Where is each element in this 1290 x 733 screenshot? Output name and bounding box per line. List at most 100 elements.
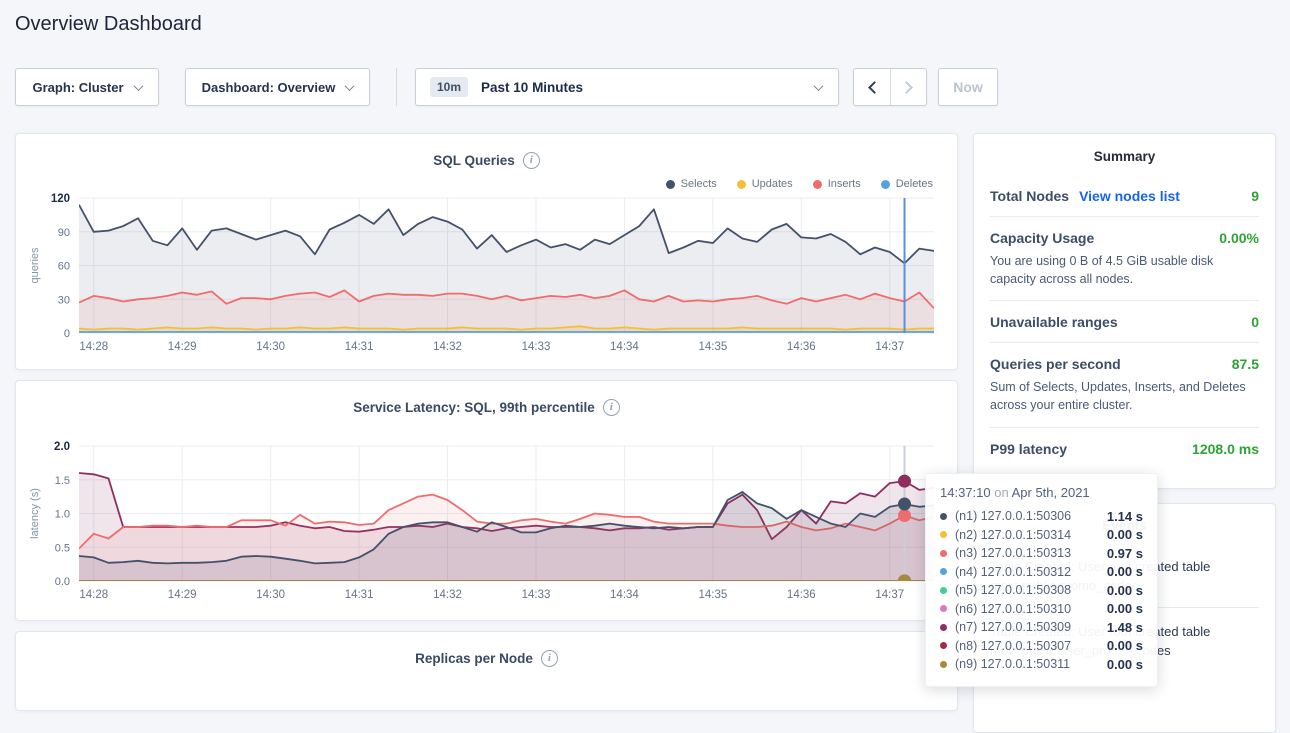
hover-dot (898, 509, 911, 522)
tooltip-node-value: 0.97 s (1107, 546, 1143, 561)
summary-row-value: 9 (1251, 188, 1259, 204)
toolbar: Graph: Cluster Dashboard: Overview 10m P… (15, 68, 1275, 106)
svg-text:14:31: 14:31 (345, 589, 374, 601)
chevron-right-icon (900, 81, 913, 94)
time-range-dropdown[interactable]: 10m Past 10 Minutes (415, 68, 839, 106)
svg-text:1.0: 1.0 (55, 509, 70, 521)
summary-title: Summary (974, 134, 1275, 175)
graph-dropdown-label: Graph: Cluster (32, 80, 123, 95)
svg-text:14:36: 14:36 (787, 341, 816, 353)
legend-item[interactable]: Selects (666, 178, 717, 190)
node-color-dot (940, 550, 947, 557)
summary-row-value: 1208.0 ms (1192, 441, 1259, 457)
hover-dot (898, 475, 911, 488)
chart-title: Replicas per Node (415, 651, 533, 666)
replicas-per-node-panel: Replicas per Node i (15, 631, 958, 711)
summary-row: Unavailable ranges0 (990, 301, 1259, 343)
service-latency-title-row: Service Latency: SQL, 99th percentile i (16, 397, 957, 417)
tooltip-node-label: (n7) 127.0.0.1:50309 (955, 620, 1071, 634)
graph-dropdown[interactable]: Graph: Cluster (15, 68, 159, 106)
info-icon[interactable]: i (523, 152, 540, 169)
svg-text:14:32: 14:32 (433, 341, 462, 353)
tooltip-node-value: 0.00 s (1107, 657, 1143, 672)
chevron-down-icon (814, 81, 824, 91)
svg-text:14:37: 14:37 (875, 341, 904, 353)
info-icon[interactable]: i (603, 399, 620, 416)
tooltip-row: (n9) 127.0.0.1:50311 0.00 s (940, 655, 1143, 674)
node-color-dot (940, 587, 947, 594)
summary-row: Capacity Usage 0.00% You are using 0 B of … (990, 217, 1259, 301)
service-latency-panel: Service Latency: SQL, 99th percentile i … (15, 380, 958, 621)
sql-queries-chart[interactable]: 030609012014:2814:2914:3014:3114:3214:33… (16, 170, 959, 362)
toolbar-divider (396, 68, 397, 106)
tooltip-node-label: (n1) 127.0.0.1:50306 (955, 509, 1071, 523)
svg-text:queries: queries (29, 247, 41, 284)
summary-body: Total Nodes View nodes list 9 Capacity Usag… (974, 175, 1275, 469)
legend-dot-icon (666, 180, 675, 189)
legend-item[interactable]: Deletes (881, 178, 933, 190)
svg-text:14:35: 14:35 (698, 341, 727, 353)
tooltip-row: (n5) 127.0.0.1:503080.00 s (940, 581, 1143, 600)
view-nodes-list-link[interactable]: View nodes list (1079, 188, 1180, 204)
legend-label: Selects (681, 178, 717, 190)
node-color-dot (940, 605, 947, 612)
tooltip-node-value: 0.00 s (1107, 564, 1143, 579)
tooltip-node-value: 0.00 s (1107, 601, 1143, 616)
prev-time-button[interactable] (854, 69, 890, 105)
legend-item[interactable]: Inserts (813, 178, 861, 190)
svg-text:30: 30 (58, 294, 70, 306)
legend-item[interactable]: Updates (737, 178, 793, 190)
summary-row-value: 0.00% (1219, 230, 1259, 246)
legend-dot-icon (881, 180, 890, 189)
summary-row: P99 latency1208.0 ms (990, 428, 1259, 469)
node-color-dot (940, 568, 947, 575)
svg-text:1.5: 1.5 (55, 475, 70, 487)
summary-row-label: Total Nodes (990, 188, 1069, 204)
summary-row-description: You are using 0 B of 4.5 GiB usable disk… (990, 252, 1259, 288)
tooltip-timestamp: 14:37:10 on Apr 5th, 2021 (940, 485, 1143, 500)
summary-row-value: 0 (1251, 314, 1259, 330)
svg-text:latency (s): latency (s) (29, 488, 41, 539)
tooltip-node-label: (n2) 127.0.0.1:50314 (955, 528, 1071, 542)
svg-text:14:33: 14:33 (522, 589, 551, 601)
svg-text:14:33: 14:33 (522, 341, 551, 353)
svg-text:14:30: 14:30 (256, 341, 285, 353)
dashboard-dropdown[interactable]: Dashboard: Overview (185, 68, 370, 106)
sql-queries-title-row: SQL Queries i (16, 150, 957, 170)
tooltip-rows: (n1) 127.0.0.1:50306 1.14 s (n2) 127.0.0.1… (940, 507, 1143, 674)
summary-row-description: Sum of Selects, Updates, Inserts, and De… (990, 378, 1259, 414)
summary-row-value: 87.5 (1232, 356, 1259, 372)
summary-row-label: Capacity Usage (990, 230, 1094, 246)
tooltip-row: (n6) 127.0.0.1:503100.00 s (940, 600, 1143, 619)
tooltip-node-label: (n4) 127.0.0.1:50312 (955, 565, 1071, 579)
legend-label: Updates (752, 178, 793, 190)
hover-dot (898, 575, 911, 588)
tooltip-node-value: 1.14 s (1107, 509, 1143, 524)
svg-text:2.0: 2.0 (54, 441, 70, 453)
legend-dot-icon (737, 180, 746, 189)
next-time-button[interactable] (890, 69, 926, 105)
info-icon[interactable]: i (541, 650, 558, 667)
tooltip-node-label: (n9) 127.0.0.1:50311 (955, 657, 1070, 671)
svg-text:0.0: 0.0 (55, 576, 70, 588)
chevron-left-icon (868, 81, 881, 94)
svg-text:14:28: 14:28 (79, 589, 108, 601)
legend-label: Inserts (828, 178, 861, 190)
chevron-down-icon (133, 81, 143, 91)
svg-text:14:36: 14:36 (787, 589, 816, 601)
tooltip-node-value: 0.00 s (1107, 583, 1143, 598)
node-color-dot (940, 624, 947, 631)
tooltip-time: 14:37:10 (940, 485, 991, 500)
tooltip-row: (n3) 127.0.0.1:503130.97 s (940, 544, 1143, 563)
tooltip-node-value: 0.00 s (1107, 638, 1143, 653)
tooltip-node-label: (n8) 127.0.0.1:50307 (955, 639, 1071, 653)
sql-queries-panel: SQL Queries i Selects Updates Inserts Delet… (15, 133, 958, 370)
svg-text:120: 120 (51, 193, 70, 205)
legend-label: Deletes (896, 178, 933, 190)
svg-text:90: 90 (58, 227, 70, 239)
tooltip-node-value: 0.00 s (1107, 527, 1143, 542)
replicas-title-row: Replicas per Node i (16, 648, 957, 668)
svg-text:14:31: 14:31 (345, 341, 374, 353)
now-button[interactable]: Now (938, 68, 998, 106)
service-latency-chart[interactable]: 0.00.51.01.52.014:2814:2914:3014:3114:32… (16, 417, 959, 609)
